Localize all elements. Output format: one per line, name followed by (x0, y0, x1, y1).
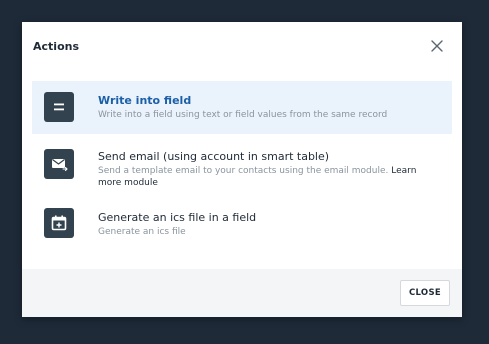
dialog-header: Actions (22, 22, 462, 72)
description-text: Send a template email to your contacts u… (98, 166, 389, 176)
action-description: Send a template email to your contacts u… (98, 166, 433, 189)
email-send-icon (44, 149, 74, 179)
calendar-add-icon (44, 208, 74, 238)
action-send-email[interactable]: Send email (using account in smart table… (32, 140, 452, 196)
close-button[interactable]: CLOSE (400, 280, 450, 306)
action-description: Generate an ics file (98, 227, 186, 237)
actions-dialog: Actions Write into field Write into a fi… (22, 22, 462, 317)
action-generate-ics[interactable]: Generate an ics file in a field Generate… (32, 202, 452, 252)
equals-icon (44, 92, 74, 122)
close-icon[interactable] (429, 38, 445, 54)
dialog-footer: CLOSE (22, 269, 462, 317)
action-write-into-field[interactable]: Write into field Write into a field usin… (32, 81, 452, 134)
dialog-title: Actions (33, 40, 79, 53)
action-label: Generate an ics file in a field (98, 211, 257, 224)
action-label: Write into field (98, 94, 192, 107)
action-description: Write into a field using text or field v… (98, 110, 388, 120)
action-label: Send email (using account in smart table… (98, 150, 330, 163)
